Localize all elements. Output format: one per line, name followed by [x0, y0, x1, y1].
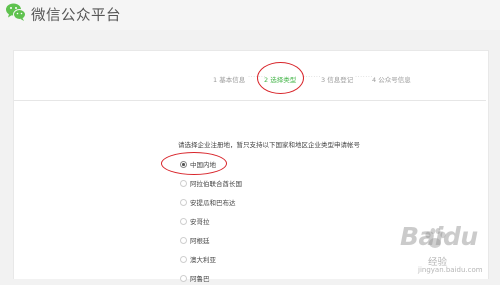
- watermark-url: jingyan.baidu.com: [418, 266, 483, 274]
- region-label: 中国内地: [190, 161, 216, 169]
- radio-icon[interactable]: [180, 218, 187, 225]
- radio-icon[interactable]: [180, 199, 187, 206]
- wechat-logo-icon: [6, 3, 26, 21]
- step-info-register: 3 信息登记: [321, 76, 354, 84]
- region-label: 安哥拉: [190, 218, 210, 226]
- step-account-info: 4 公众号信息: [372, 76, 411, 84]
- radio-icon[interactable]: [180, 275, 187, 282]
- region-label: 阿拉伯联合酋长国: [190, 180, 242, 188]
- step-separator: ·······: [303, 73, 321, 81]
- region-label: 澳大利亚: [190, 256, 216, 264]
- radio-checked-icon[interactable]: [180, 161, 187, 168]
- instruction-text: 请选择企业注册地，暂只支持以下国家和地区企业类型申请帐号: [178, 141, 360, 149]
- region-label: 阿根廷: [190, 237, 210, 245]
- paw-icon: [425, 228, 446, 248]
- step-basic-info: 1 基本信息: [213, 76, 246, 84]
- radio-icon[interactable]: [180, 237, 187, 244]
- region-label: 阿鲁巴: [190, 275, 210, 283]
- step-select-type: 2 选择类型: [264, 76, 297, 84]
- brand-title[interactable]: 微信公众平台: [31, 4, 121, 25]
- radio-icon[interactable]: [180, 180, 187, 187]
- steps-divider: [14, 100, 486, 101]
- region-label: 安提瓜和巴布达: [190, 199, 236, 207]
- radio-icon[interactable]: [180, 256, 187, 263]
- step-separator: ·······: [355, 73, 373, 81]
- top-bar: 微信公众平台: [0, 0, 500, 30]
